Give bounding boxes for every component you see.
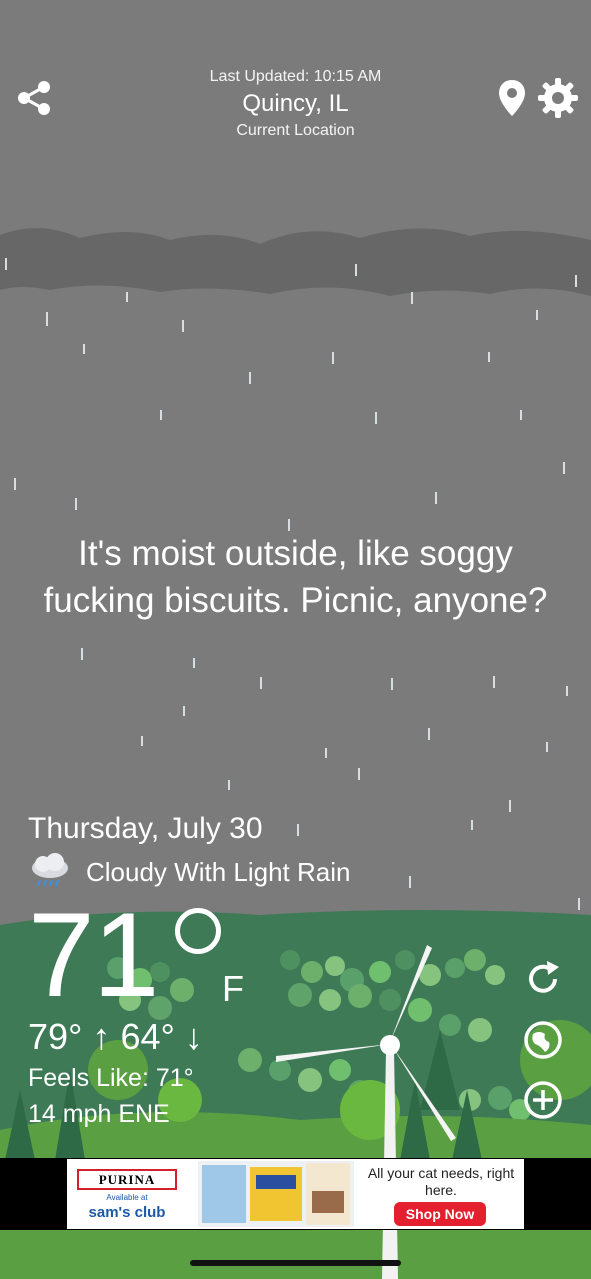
- low-temperature: 64° ↓: [120, 1016, 203, 1057]
- feels-like-text: Feels Like: 71°: [28, 1064, 194, 1092]
- ad-content[interactable]: PURINA Available at sam's club All your …: [67, 1159, 524, 1229]
- current-temperature: 71: [28, 888, 159, 1022]
- high-low-row: 79° ↑ 64° ↓: [28, 1016, 203, 1058]
- ad-banner[interactable]: PURINA Available at sam's club All your …: [0, 1158, 591, 1230]
- forecast-message: It's moist outside, like soggy fucking b…: [43, 534, 548, 620]
- ad-headline: All your cat needs, right here.: [367, 1165, 515, 1198]
- add-circle-icon: [524, 1081, 562, 1119]
- ad-brand-logo: PURINA: [77, 1169, 177, 1190]
- add-location-button[interactable]: [521, 1078, 565, 1122]
- locate-button[interactable]: [521, 1018, 565, 1062]
- high-temperature: 79° ↑: [28, 1016, 111, 1057]
- wind-text: 14 mph ENE: [28, 1100, 170, 1128]
- condition-row: Cloudy With Light Rain: [28, 852, 350, 892]
- location-button[interactable]: [490, 76, 534, 120]
- home-indicator[interactable]: [190, 1260, 401, 1266]
- location-pin-icon: [499, 80, 525, 116]
- ad-available-at: Available at: [106, 1193, 148, 1202]
- refresh-button[interactable]: [521, 957, 565, 1001]
- ad-shop-now-button[interactable]: Shop Now: [394, 1202, 486, 1226]
- ad-retailer: sam's club: [88, 1204, 166, 1221]
- refresh-icon: [529, 961, 559, 993]
- rain-cloud-icon: [32, 853, 68, 887]
- globe-icon: [524, 1021, 562, 1059]
- temperature-unit: F: [222, 968, 244, 1009]
- location-label: Current Location: [236, 122, 355, 139]
- gear-icon: [538, 78, 578, 118]
- settings-button[interactable]: [536, 76, 580, 120]
- ad-product-image: [198, 1161, 354, 1227]
- degree-symbol: [175, 908, 221, 954]
- forecast-date: Thursday, July 30: [28, 812, 263, 845]
- condition-text: Cloudy With Light Rain: [86, 856, 351, 887]
